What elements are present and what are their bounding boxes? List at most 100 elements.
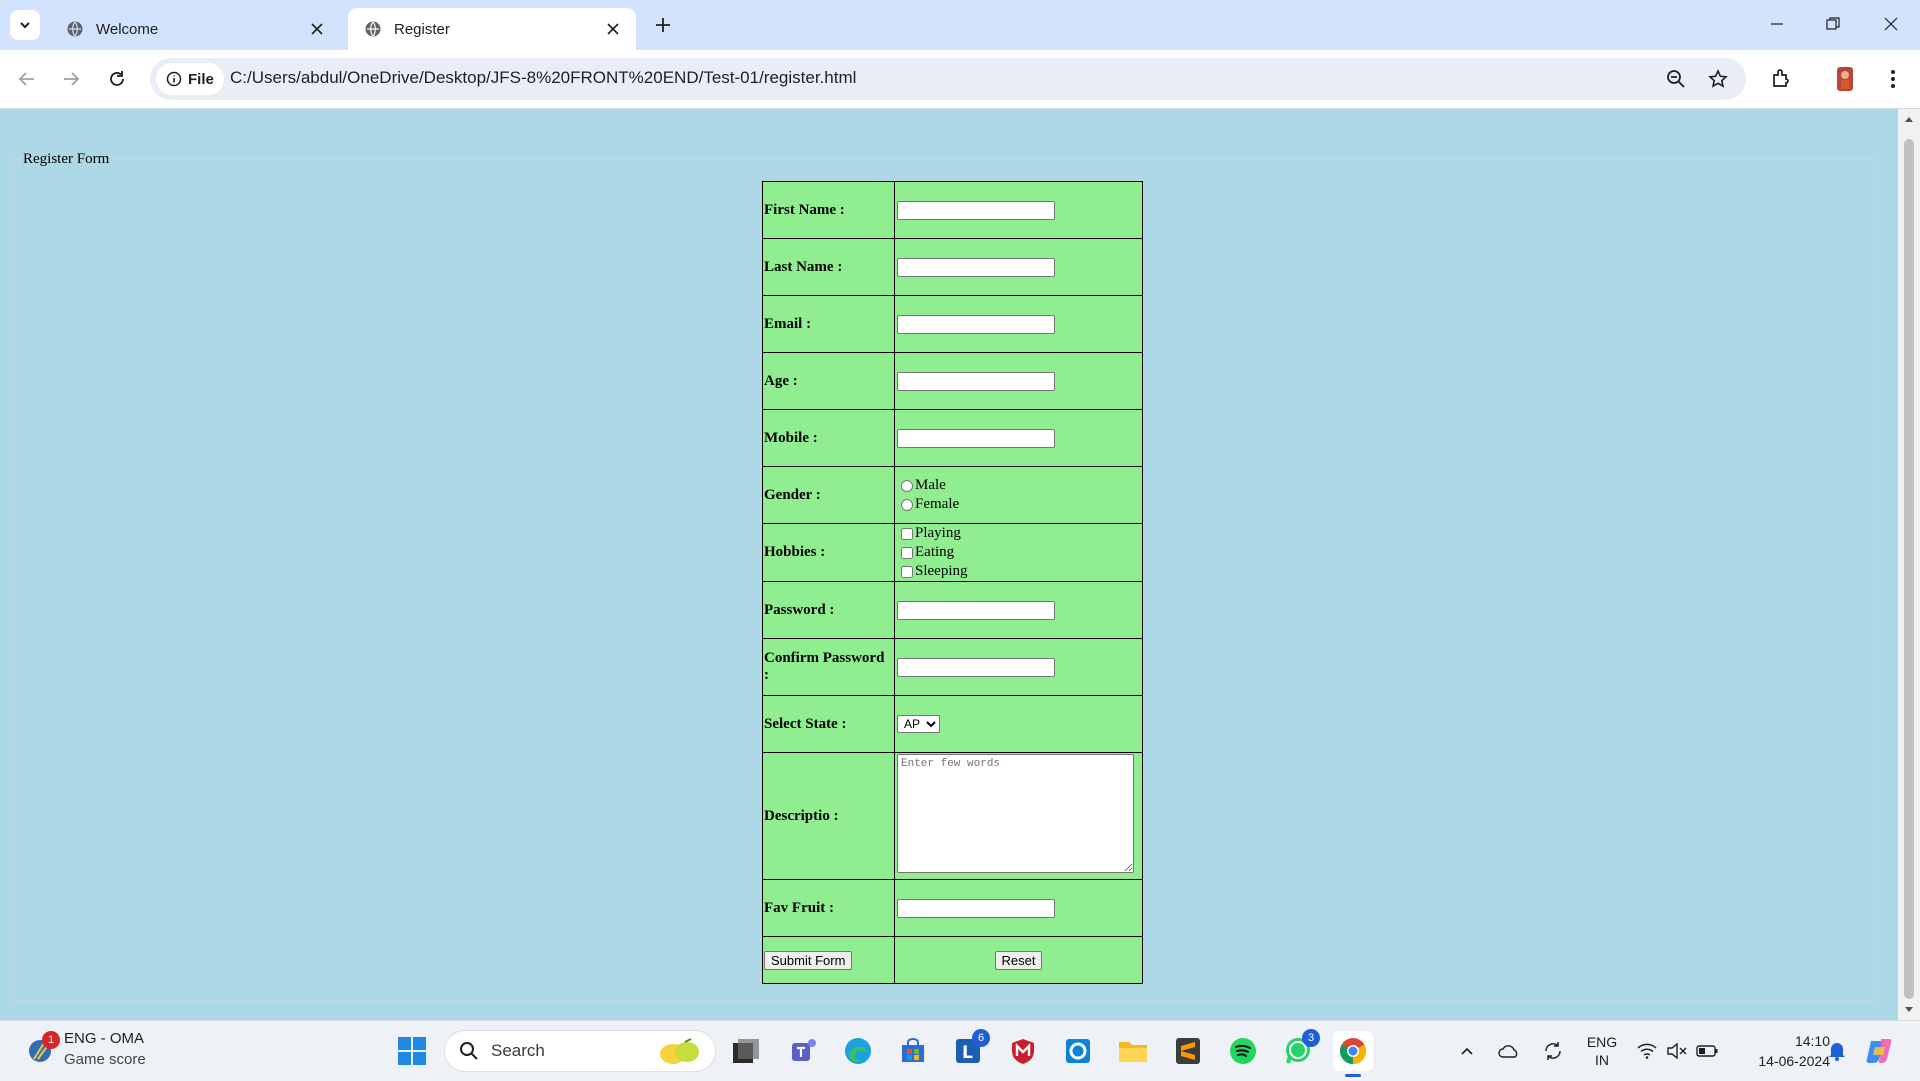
spotify-icon[interactable] [1223,1031,1263,1071]
info-icon [166,71,182,87]
whatsapp-icon[interactable]: 3 [1278,1029,1320,1071]
onedrive-icon[interactable] [1494,1031,1524,1071]
minimize-icon [1771,23,1783,25]
arrow-left-icon [18,72,34,86]
register-form-table: First Name : Last Name : Email : Age : M… [762,181,1143,984]
scroll-up-icon[interactable] [1903,113,1915,125]
close-window-button[interactable] [1866,6,1916,42]
female-radio[interactable] [901,498,913,511]
confirm-password-input[interactable] [897,657,1055,677]
reload-button[interactable] [102,64,132,94]
clock[interactable]: 14:10 14-06-2024 [1734,1031,1830,1071]
playing-label: Playing [915,525,961,541]
close-icon[interactable] [306,18,328,40]
last-name-input[interactable] [897,257,1055,277]
password-input[interactable] [897,600,1055,620]
sleeping-label: Sleeping [915,563,968,579]
store-icon[interactable] [893,1031,933,1071]
mcafee-icon[interactable] [1003,1031,1043,1071]
minimize-button[interactable] [1752,6,1802,42]
tab-register[interactable]: Register [348,8,636,50]
mobile-label: Mobile : [762,409,895,467]
tab-welcome[interactable]: Welcome [50,8,340,50]
email-label: Email : [762,295,895,353]
table-row: Last Name : [762,238,1143,296]
sleeping-checkbox[interactable] [901,565,913,578]
sync-icon[interactable] [1538,1031,1568,1071]
url-text[interactable]: C:/Users/abdul/OneDrive/Desktop/JFS-8%20… [230,68,856,88]
edge-icon[interactable] [838,1031,878,1071]
age-input[interactable] [897,371,1055,391]
profile-avatar[interactable] [1830,64,1860,94]
more-menu-icon[interactable] [1878,64,1908,94]
age-label: Age : [762,352,895,410]
task-view-icon[interactable] [726,1031,766,1071]
site-info-button[interactable]: File [156,63,224,95]
eating-label: Eating [915,544,955,560]
hobby-option-playing: Playing [896,524,1141,543]
playing-checkbox[interactable] [901,527,913,540]
mobile-input[interactable] [897,428,1055,448]
svg-text:L: L [962,1043,973,1063]
submit-button[interactable]: Submit Form [764,950,853,970]
folder-icon[interactable] [1113,1031,1153,1071]
table-row: Submit Form Reset [762,936,1143,984]
gender-label: Gender : [762,466,895,524]
lang-bottom: IN [1595,1052,1609,1068]
weather-widget[interactable]: 1 ENG - OMA Game score [22,1029,192,1073]
globe-icon [364,20,382,38]
back-button[interactable] [12,64,42,94]
outlook-icon[interactable]: L 6 [948,1029,990,1071]
cricket-icon: 1 [26,1031,60,1065]
page-scrollbar[interactable] [1898,109,1920,1020]
teams-icon[interactable] [784,1031,824,1071]
taskbar-search[interactable]: Search [444,1030,716,1072]
close-icon[interactable] [602,18,624,40]
start-button[interactable] [392,1031,432,1071]
reset-button[interactable]: Reset [994,950,1043,970]
hobby-option-eating: Eating [896,543,1141,562]
notification-bell-icon[interactable] [1824,1031,1850,1071]
male-radio[interactable] [901,479,913,492]
address-bar[interactable]: File C:/Users/abdul/OneDrive/Desktop/JFS… [150,58,1746,100]
sublime-icon[interactable] [1168,1031,1208,1071]
search-label: Search [491,1041,545,1060]
female-label: Female [915,496,960,512]
eating-checkbox[interactable] [901,546,913,559]
cortana-icon[interactable] [1058,1031,1098,1071]
fav-fruit-input[interactable] [897,898,1055,918]
scrollbar-thumb[interactable] [1904,139,1914,999]
wifi-icon[interactable] [1634,1031,1660,1071]
extensions-icon[interactable] [1766,64,1796,94]
browser-toolbar: File C:/Users/abdul/OneDrive/Desktop/JFS… [0,50,1920,109]
table-row: Mobile : [762,409,1143,467]
forward-button[interactable] [56,64,86,94]
chrome-icon[interactable] [1333,1031,1373,1077]
new-tab-button[interactable] [650,12,676,38]
first-name-input[interactable] [897,200,1055,220]
table-row: Descriptio : [762,752,1143,880]
email-input[interactable] [897,314,1055,334]
outlook-badge: 6 [972,1029,990,1047]
form-legend: Register Form [23,151,110,167]
active-indicator [1345,1074,1361,1077]
taskbar: 1 ENG - OMA Game score Search L 6 3 ENG … [0,1020,1920,1081]
chevron-down-icon [20,22,30,29]
copilot-icon[interactable] [1862,1031,1898,1071]
restore-button[interactable] [1808,6,1858,42]
description-textarea[interactable] [897,754,1134,873]
last-name-label: Last Name : [762,238,895,296]
hobbies-label: Hobbies : [762,523,895,582]
zoom-icon[interactable] [1664,67,1688,91]
description-label: Descriptio : [762,752,895,880]
state-select[interactable]: AP [897,715,940,733]
language-indicator[interactable]: ENG IN [1584,1033,1620,1069]
plus-icon [656,18,670,32]
speaker-muted-icon[interactable] [1664,1031,1690,1071]
battery-icon[interactable] [1694,1031,1720,1071]
fav-fruit-label: Fav Fruit : [762,879,895,937]
scroll-down-icon[interactable] [1903,1004,1915,1016]
chevron-up-icon[interactable] [1452,1031,1482,1071]
tab-search-button[interactable] [10,10,40,40]
bookmark-star-icon[interactable] [1706,67,1730,91]
